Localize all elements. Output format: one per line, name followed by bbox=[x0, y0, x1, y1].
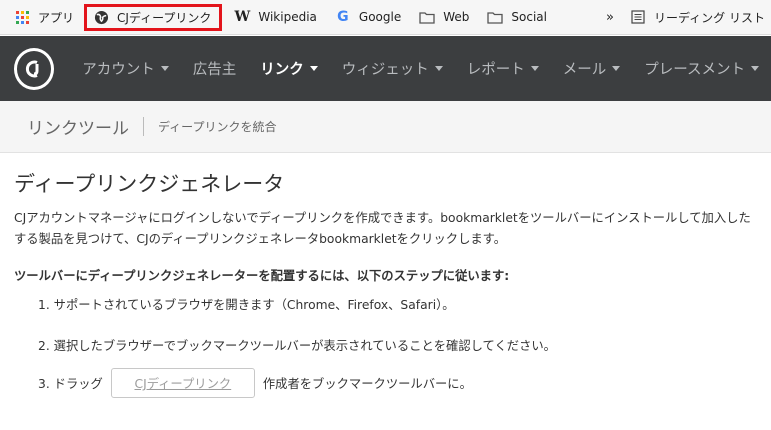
step-3-suffix: 作成者をブックマークツールバーに。 bbox=[262, 377, 472, 391]
bookmark-google[interactable]: G Google bbox=[329, 4, 407, 30]
globe-icon bbox=[93, 9, 109, 25]
nav-item-label: メール bbox=[562, 62, 607, 78]
page-title: ディープリンクジェネレータ bbox=[14, 172, 285, 196]
breadcrumb: リンクツール ディープリンクを統合 bbox=[0, 101, 771, 153]
nav-item-label: レポート bbox=[466, 62, 525, 78]
nav-item-label: ウィジェット bbox=[341, 62, 429, 78]
step-3: 3. ドラッグ CJディープリンク 作成者をブックマークツールバーに。 bbox=[38, 368, 472, 398]
breadcrumb-title: リンクツール bbox=[27, 119, 129, 139]
cj-deeplink-bookmarklet-button[interactable]: CJディープリンク bbox=[110, 368, 255, 398]
intro-line-2: する製品を見つけて、CJのディープリンクジェネレータbookmarkletをクリ… bbox=[14, 232, 507, 246]
breadcrumb-divider bbox=[143, 117, 144, 136]
intro-line-1: CJアカウントマネージャにログインしないでディープリンクを作成できます。book… bbox=[14, 211, 751, 225]
apps-grid-icon bbox=[14, 9, 30, 25]
chevron-down-icon bbox=[309, 66, 318, 71]
bookmark-folder-social[interactable]: Social bbox=[481, 4, 553, 30]
nav-item-reports[interactable]: レポート bbox=[455, 58, 551, 79]
nav-item-widgets[interactable]: ウィジェット bbox=[330, 58, 455, 79]
folder-icon bbox=[487, 9, 504, 25]
bookmark-apps[interactable]: アプリ bbox=[0, 4, 80, 30]
step-1: 1. サポートされているブラウザを開きます（Chrome、Firefox、Saf… bbox=[38, 298, 455, 312]
chevron-down-icon bbox=[434, 66, 443, 71]
bookmark-cj-deeplink[interactable]: CJディープリンク bbox=[84, 3, 223, 31]
bookmarks-overflow-button[interactable]: » bbox=[600, 4, 620, 30]
nav-item-advertisers[interactable]: 広告主 bbox=[181, 58, 249, 79]
reading-list-button[interactable]: リーディング リスト bbox=[624, 4, 771, 30]
wikipedia-icon: W bbox=[234, 9, 251, 25]
nav-item-label: プレースメント bbox=[644, 62, 745, 78]
top-nav: アカウント 広告主 リンク ウィジェット レポート メール プレースメント bbox=[0, 36, 771, 101]
bookmark-label: Wikipedia bbox=[258, 10, 317, 24]
main-content: ディープリンクジェネレータ CJアカウントマネージャにログインしないでディープリ… bbox=[14, 168, 771, 398]
nav-item-links[interactable]: リンク bbox=[248, 58, 330, 79]
reading-list-label: リーディング リスト bbox=[654, 10, 765, 25]
bookmark-wikipedia[interactable]: W Wikipedia bbox=[228, 4, 323, 30]
chevron-down-icon bbox=[160, 66, 169, 71]
bookmark-label: Google bbox=[358, 10, 402, 24]
chevron-down-icon bbox=[612, 66, 621, 71]
reading-list-icon bbox=[630, 9, 646, 25]
nav-item-label: 広告主 bbox=[192, 62, 237, 78]
step-3-prefix: 3. ドラッグ bbox=[38, 377, 103, 391]
bookmark-folder-web[interactable]: Web bbox=[413, 4, 475, 30]
steps-heading: ツールバーにディープリンクジェネレーターを配置するには、以下のステップに従います… bbox=[14, 269, 510, 283]
cj-logo-icon[interactable] bbox=[14, 47, 55, 90]
nav-item-account[interactable]: アカウント bbox=[70, 58, 181, 79]
bookmark-label: Social bbox=[511, 10, 547, 24]
google-icon: G bbox=[337, 9, 349, 25]
bookmark-label: CJディープリンク bbox=[117, 10, 212, 25]
step-2: 2. 選択したブラウザーでブックマークツールバーが表示されていることを確認してく… bbox=[38, 339, 556, 353]
bookmark-label: Web bbox=[443, 10, 470, 24]
nav-item-placements[interactable]: プレースメント bbox=[632, 58, 771, 79]
folder-icon bbox=[419, 9, 435, 25]
bookmarks-bar: アプリ CJディープリンク W Wikipedia G Google Web S… bbox=[0, 0, 771, 35]
breadcrumb-subtitle: ディープリンクを統合 bbox=[158, 120, 277, 134]
nav-item-label: リンク bbox=[260, 62, 304, 78]
chevron-down-icon bbox=[530, 66, 539, 71]
nav-item-email[interactable]: メール bbox=[551, 58, 633, 79]
nav-item-label: アカウント bbox=[82, 62, 155, 78]
intro-text: CJアカウントマネージャにログインしないでディープリンクを作成できます。book… bbox=[14, 208, 771, 250]
chevron-down-icon bbox=[751, 66, 759, 71]
bookmark-apps-label: アプリ bbox=[38, 10, 75, 25]
